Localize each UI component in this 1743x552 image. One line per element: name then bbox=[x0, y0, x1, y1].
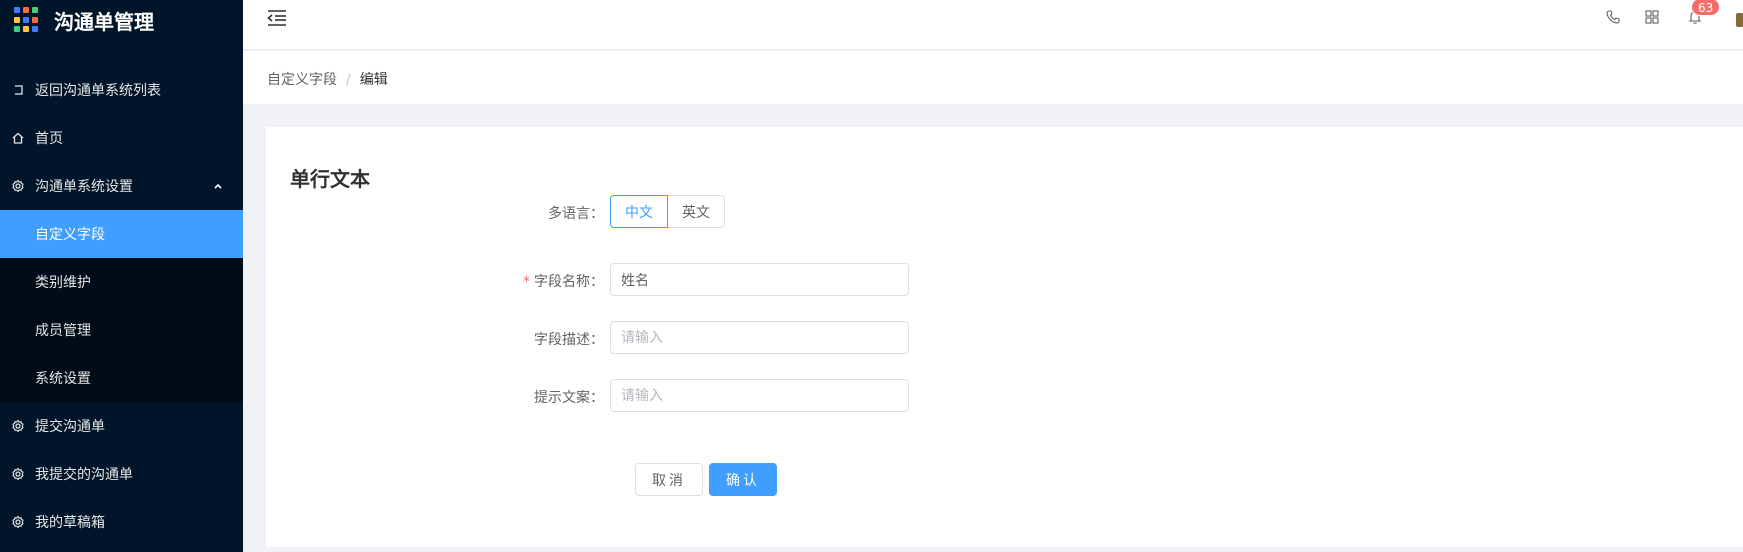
hint-input[interactable] bbox=[610, 379, 909, 412]
menu-fold-icon[interactable] bbox=[267, 9, 289, 29]
sidebar-item-drafts[interactable]: 我的草稿箱 bbox=[0, 498, 243, 546]
app-title: 沟通单管理 bbox=[54, 9, 154, 34]
logo-dot bbox=[32, 7, 38, 13]
page-title: 单行文本 bbox=[290, 167, 370, 191]
logo-dot bbox=[23, 26, 29, 33]
logo: 沟通单管理 bbox=[0, 0, 243, 40]
field-name-input[interactable] bbox=[610, 263, 909, 296]
hint-label: 提示文案： bbox=[534, 390, 604, 406]
logo-dot bbox=[32, 26, 38, 33]
field-desc-label: 字段描述： bbox=[534, 332, 604, 348]
chevron-up-icon bbox=[213, 179, 223, 195]
breadcrumb: 自定义字段 / 编辑 bbox=[267, 69, 388, 89]
grid-icon[interactable] bbox=[1644, 9, 1662, 27]
breadcrumb-separator: / bbox=[346, 72, 351, 88]
sidebar-item-my-submitted[interactable]: 我提交的沟通单 bbox=[0, 450, 243, 498]
submenu-system-settings: 自定义字段 类别维护 成员管理 系统设置 bbox=[0, 210, 243, 402]
language-option-en[interactable]: 英文 bbox=[668, 195, 725, 228]
logo-dot bbox=[14, 16, 20, 23]
sidebar-item-label: 系统设置 bbox=[35, 371, 91, 387]
sidebar-item-members[interactable]: 成员管理 bbox=[0, 306, 243, 354]
sidebar-item-label: 沟通单系统设置 bbox=[35, 179, 133, 195]
sidebar-item-home[interactable]: 首页 bbox=[0, 114, 243, 162]
back-icon bbox=[11, 83, 25, 97]
sidebar-menu: 返回沟通单系统列表 首页 沟通单系统设置 自定义字段 类别维护 成员管理 系统设… bbox=[0, 66, 243, 546]
gear-icon bbox=[11, 467, 25, 481]
gear-icon bbox=[11, 515, 25, 529]
sidebar-item-submit[interactable]: 提交沟通单 bbox=[0, 402, 243, 450]
sidebar-item-label: 返回沟通单系统列表 bbox=[35, 83, 161, 99]
gear-icon bbox=[11, 419, 25, 433]
app-grid-icon bbox=[14, 7, 40, 33]
sidebar-item-custom-fields[interactable]: 自定义字段 bbox=[0, 210, 243, 258]
logo-dot bbox=[23, 7, 29, 13]
sidebar-item-label: 提交沟通单 bbox=[35, 419, 105, 435]
breadcrumb-bar: 自定义字段 / 编辑 bbox=[243, 51, 1743, 104]
breadcrumb-parent[interactable]: 自定义字段 bbox=[267, 72, 337, 88]
sidebar-item-label: 自定义字段 bbox=[35, 227, 105, 243]
field-name-label: * 字段名称： bbox=[523, 274, 604, 290]
sidebar-item-label: 类别维护 bbox=[35, 275, 91, 291]
language-label: 多语言： bbox=[548, 206, 604, 222]
top-header bbox=[243, 0, 1743, 50]
confirm-button[interactable]: 确认 bbox=[709, 463, 777, 496]
logo-dot bbox=[32, 16, 38, 23]
sidebar-item-back[interactable]: 返回沟通单系统列表 bbox=[0, 66, 243, 114]
gear-icon bbox=[11, 179, 25, 193]
phone-icon[interactable] bbox=[1605, 9, 1623, 27]
sidebar-item-category[interactable]: 类别维护 bbox=[0, 258, 243, 306]
field-desc-input[interactable] bbox=[610, 321, 909, 354]
sidebar-item-settings[interactable]: 系统设置 bbox=[0, 354, 243, 402]
language-option-zh[interactable]: 中文 bbox=[610, 195, 668, 228]
breadcrumb-current: 编辑 bbox=[359, 72, 388, 88]
notification-badge: 63 bbox=[1691, 0, 1721, 16]
required-asterisk: * bbox=[523, 274, 530, 290]
language-toggle: 中文 英文 bbox=[610, 195, 725, 228]
sidebar-item-system-settings[interactable]: 沟通单系统设置 bbox=[0, 162, 243, 210]
logo-dot bbox=[14, 7, 20, 13]
form-card: 单行文本 多语言： 中文 英文 *字段名称： 字段描述： 提示文案： 取消 确认 bbox=[266, 127, 1743, 547]
sidebar-item-label: 我的草稿箱 bbox=[35, 515, 105, 531]
avatar[interactable] bbox=[1736, 13, 1743, 27]
sidebar-item-label: 首页 bbox=[35, 131, 63, 147]
cancel-button[interactable]: 取消 bbox=[635, 463, 703, 496]
sidebar: 沟通单管理 返回沟通单系统列表 首页 沟通单系统设置 自定义字段 类别维护 成员… bbox=[0, 0, 243, 552]
sidebar-item-label: 我提交的沟通单 bbox=[35, 467, 133, 483]
logo-dot bbox=[23, 16, 29, 23]
sidebar-item-label: 成员管理 bbox=[35, 323, 91, 339]
logo-dot bbox=[14, 26, 20, 33]
home-icon bbox=[11, 131, 25, 145]
